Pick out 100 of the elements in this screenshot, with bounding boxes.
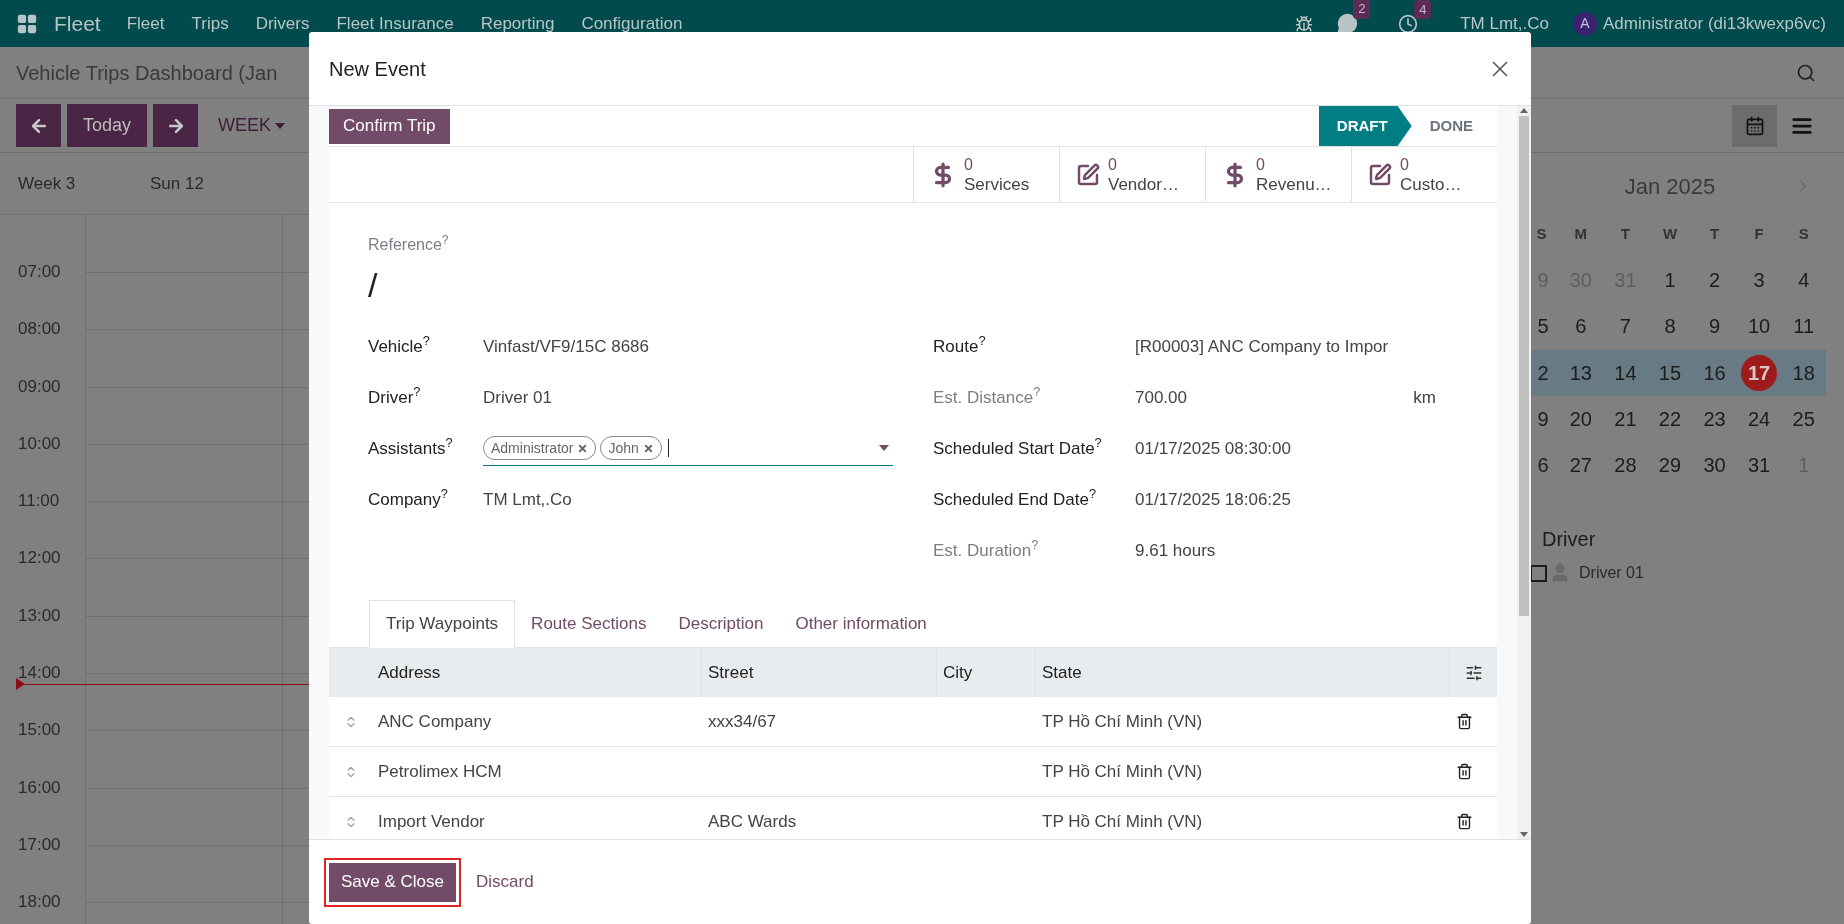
calendar-day[interactable]: 24 (1748, 404, 1771, 435)
calendar-day[interactable]: 5 (1537, 311, 1549, 342)
search-icon[interactable] (1796, 62, 1816, 83)
field-value[interactable]: [R00003] ANC Company to Impor (1135, 333, 1389, 360)
field-value[interactable]: 01/17/2025 08:30:00 (1135, 435, 1291, 462)
calendar-day[interactable]: 17 (1741, 354, 1778, 391)
remove-icon[interactable] (577, 442, 589, 454)
clock-icon[interactable] (1398, 13, 1419, 34)
filter-title: Driver (1541, 527, 1597, 553)
field-value[interactable]: Vinfast/VF9/15C 8686 (483, 333, 649, 360)
scrollbar[interactable] (1517, 106, 1531, 839)
calendar-view-button[interactable] (1732, 104, 1777, 147)
calendar-day[interactable]: 31 (1748, 450, 1771, 481)
smart-button[interactable]: 0 Vendor… (1059, 147, 1205, 202)
status-stage[interactable]: DRAFT (1318, 106, 1412, 146)
menu-item[interactable]: Drivers (255, 10, 310, 37)
calendar-day[interactable]: 2 (1709, 265, 1721, 296)
field-value[interactable]: 700.00 (1135, 384, 1187, 411)
caret-icon[interactable] (879, 445, 889, 451)
column-header[interactable]: Street (702, 648, 937, 697)
weekday-label: T (1708, 223, 1721, 244)
chat-icon[interactable] (1337, 13, 1359, 34)
menu-item[interactable]: Reporting (480, 10, 555, 37)
calendar-day[interactable]: 9 (1709, 311, 1721, 342)
delete-icon[interactable] (1456, 713, 1473, 730)
scale-dropdown[interactable]: WEEK (218, 112, 285, 139)
user-name[interactable]: Administrator (di13kwexp6vc) (1603, 10, 1826, 37)
calendar-day[interactable]: 29 (1658, 450, 1682, 481)
menu-item[interactable]: Configuration (581, 10, 683, 37)
smart-button[interactable]: 0 Revenu… (1205, 147, 1351, 202)
filter-label[interactable]: Driver 01 (1579, 561, 1644, 586)
delete-icon[interactable] (1456, 763, 1473, 780)
calendar-day[interactable]: 22 (1658, 404, 1682, 435)
calendar-day[interactable]: 25 (1792, 404, 1815, 435)
calendar-day[interactable]: 28 (1614, 450, 1637, 481)
user-avatar[interactable]: A (1573, 11, 1598, 36)
discard-button[interactable]: Discard (473, 862, 537, 902)
calendar-day[interactable]: 10 (1748, 311, 1771, 342)
form-tab[interactable]: Route Sections (515, 600, 663, 648)
calendar-day[interactable]: 11 (1793, 311, 1815, 342)
stat-count: 0 (964, 154, 974, 175)
calendar-day[interactable]: 27 (1569, 450, 1592, 481)
column-header[interactable]: City (937, 648, 1036, 697)
calendar-day[interactable]: 6 (1575, 311, 1587, 342)
calendar-day[interactable]: 9 (1537, 404, 1549, 435)
weekday-label: F (1753, 223, 1765, 244)
field-value[interactable]: 01/17/2025 18:06:25 (1135, 486, 1291, 513)
calendar-day[interactable]: 13 (1569, 357, 1592, 388)
field-value[interactable]: TM Lmt,.Co (483, 486, 572, 513)
scroll-down-icon[interactable] (1520, 832, 1528, 837)
calendar-day[interactable]: 6 (1537, 450, 1549, 481)
calendar-day[interactable]: 8 (1664, 311, 1676, 342)
menu-item[interactable]: Fleet (126, 10, 165, 37)
calendar-day[interactable]: 2 (1537, 357, 1549, 388)
calendar-day[interactable]: 7 (1619, 311, 1631, 342)
column-header[interactable]: State (1036, 648, 1450, 697)
menu-item[interactable]: Fleet Insurance (336, 10, 454, 37)
scroll-up-icon[interactable] (1520, 108, 1528, 113)
company-name[interactable]: TM Lmt,.Co (1460, 10, 1550, 37)
field-label: Scheduled End Date$^{?}$ (933, 486, 1098, 511)
field-label: Est. Distance$^{?}$ (933, 384, 1042, 409)
calendar-day[interactable]: 21 (1614, 404, 1637, 435)
save-close-button[interactable]: Save & Close (329, 862, 456, 902)
weekday-label: T (1619, 223, 1631, 244)
column-header[interactable]: Address (372, 648, 702, 697)
form-tab[interactable]: Other information (779, 600, 943, 648)
today-button[interactable]: Today (67, 104, 147, 147)
form-tab[interactable]: Trip Waypoints (369, 600, 516, 648)
column-settings-icon[interactable] (1465, 663, 1483, 682)
previous-button[interactable] (16, 104, 61, 147)
stat-count: 0 (1108, 154, 1118, 175)
assistants-field[interactable]: Administrator John (483, 431, 893, 466)
calendar-day[interactable]: 20 (1569, 404, 1592, 435)
calendar-day[interactable]: 3 (1753, 265, 1765, 296)
next-button[interactable] (153, 104, 198, 147)
menu-item[interactable]: Trips (191, 10, 229, 37)
delete-icon[interactable] (1456, 813, 1473, 830)
calendar-day[interactable]: 4 (1798, 265, 1810, 296)
calendar-day[interactable]: 14 (1614, 357, 1637, 388)
calendar-day[interactable]: 18 (1792, 357, 1815, 388)
form-tab[interactable]: Description (662, 600, 780, 648)
remove-icon[interactable] (642, 442, 654, 454)
hour-label: 13:00 (18, 605, 62, 626)
field-value[interactable]: 9.61 hours (1135, 537, 1216, 564)
status-stage[interactable]: DONE (1411, 106, 1497, 146)
smart-button[interactable]: 0 Custo… (1351, 147, 1497, 202)
app-name[interactable]: Fleet (54, 7, 101, 40)
smart-button[interactable]: 0 Services (913, 147, 1059, 202)
confirm-trip-button[interactable]: Confirm Trip (329, 108, 450, 144)
calendar-day[interactable]: 16 (1703, 357, 1726, 388)
calendar-day[interactable]: 23 (1703, 404, 1726, 435)
apps-menu-icon[interactable] (16, 12, 38, 35)
calendar-day[interactable]: 30 (1703, 450, 1726, 481)
table-cell: TP Hồ Chí Minh (VN) (1042, 761, 1203, 781)
reference-value[interactable]: / (368, 263, 1458, 307)
field-value[interactable]: Driver 01 (483, 384, 552, 411)
calendar-day[interactable]: 1 (1664, 265, 1676, 296)
field-label: Route$^{?}$ (933, 333, 987, 358)
calendar-day[interactable]: 15 (1658, 357, 1682, 388)
debug-icon[interactable] (1295, 14, 1314, 33)
